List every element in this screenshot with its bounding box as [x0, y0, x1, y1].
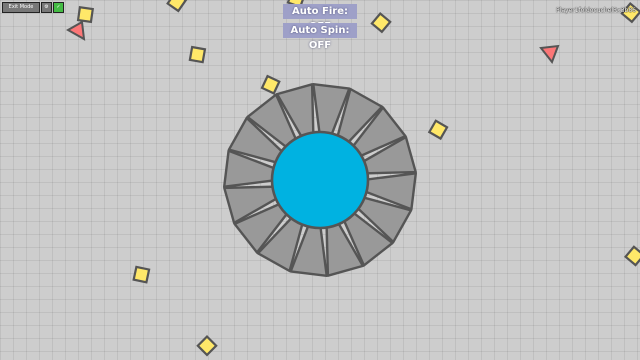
square-shape [427, 119, 449, 141]
square-shape [132, 265, 151, 284]
triangle-shape [539, 44, 560, 65]
player-tank [222, 82, 417, 277]
square-shape [166, 0, 188, 13]
triangle-shape [65, 20, 86, 41]
square-shape [623, 245, 640, 267]
square-shape [370, 11, 392, 34]
game-canvas[interactable]: Exit Mode ⚙ ✓ Auto Fire: OFF Auto Spin: … [0, 0, 640, 360]
auto-fire-toggle[interactable]: Auto Fire: OFF [283, 4, 357, 32]
square-shape [76, 5, 95, 24]
check-icon[interactable]: ✓ [53, 2, 64, 13]
square-shape [196, 334, 218, 357]
player-name: Player1foldocuchelRx3b86 [556, 7, 636, 14]
square-shape [260, 74, 281, 95]
exit-mode-button[interactable]: Exit Mode [2, 2, 40, 13]
square-shape [188, 45, 207, 64]
hud-buttons: Exit Mode ⚙ ✓ [2, 2, 64, 13]
gear-icon[interactable]: ⚙ [41, 2, 52, 13]
auto-spin-toggle[interactable]: Auto Spin: OFF [283, 23, 357, 51]
game-field [65, 0, 640, 357]
